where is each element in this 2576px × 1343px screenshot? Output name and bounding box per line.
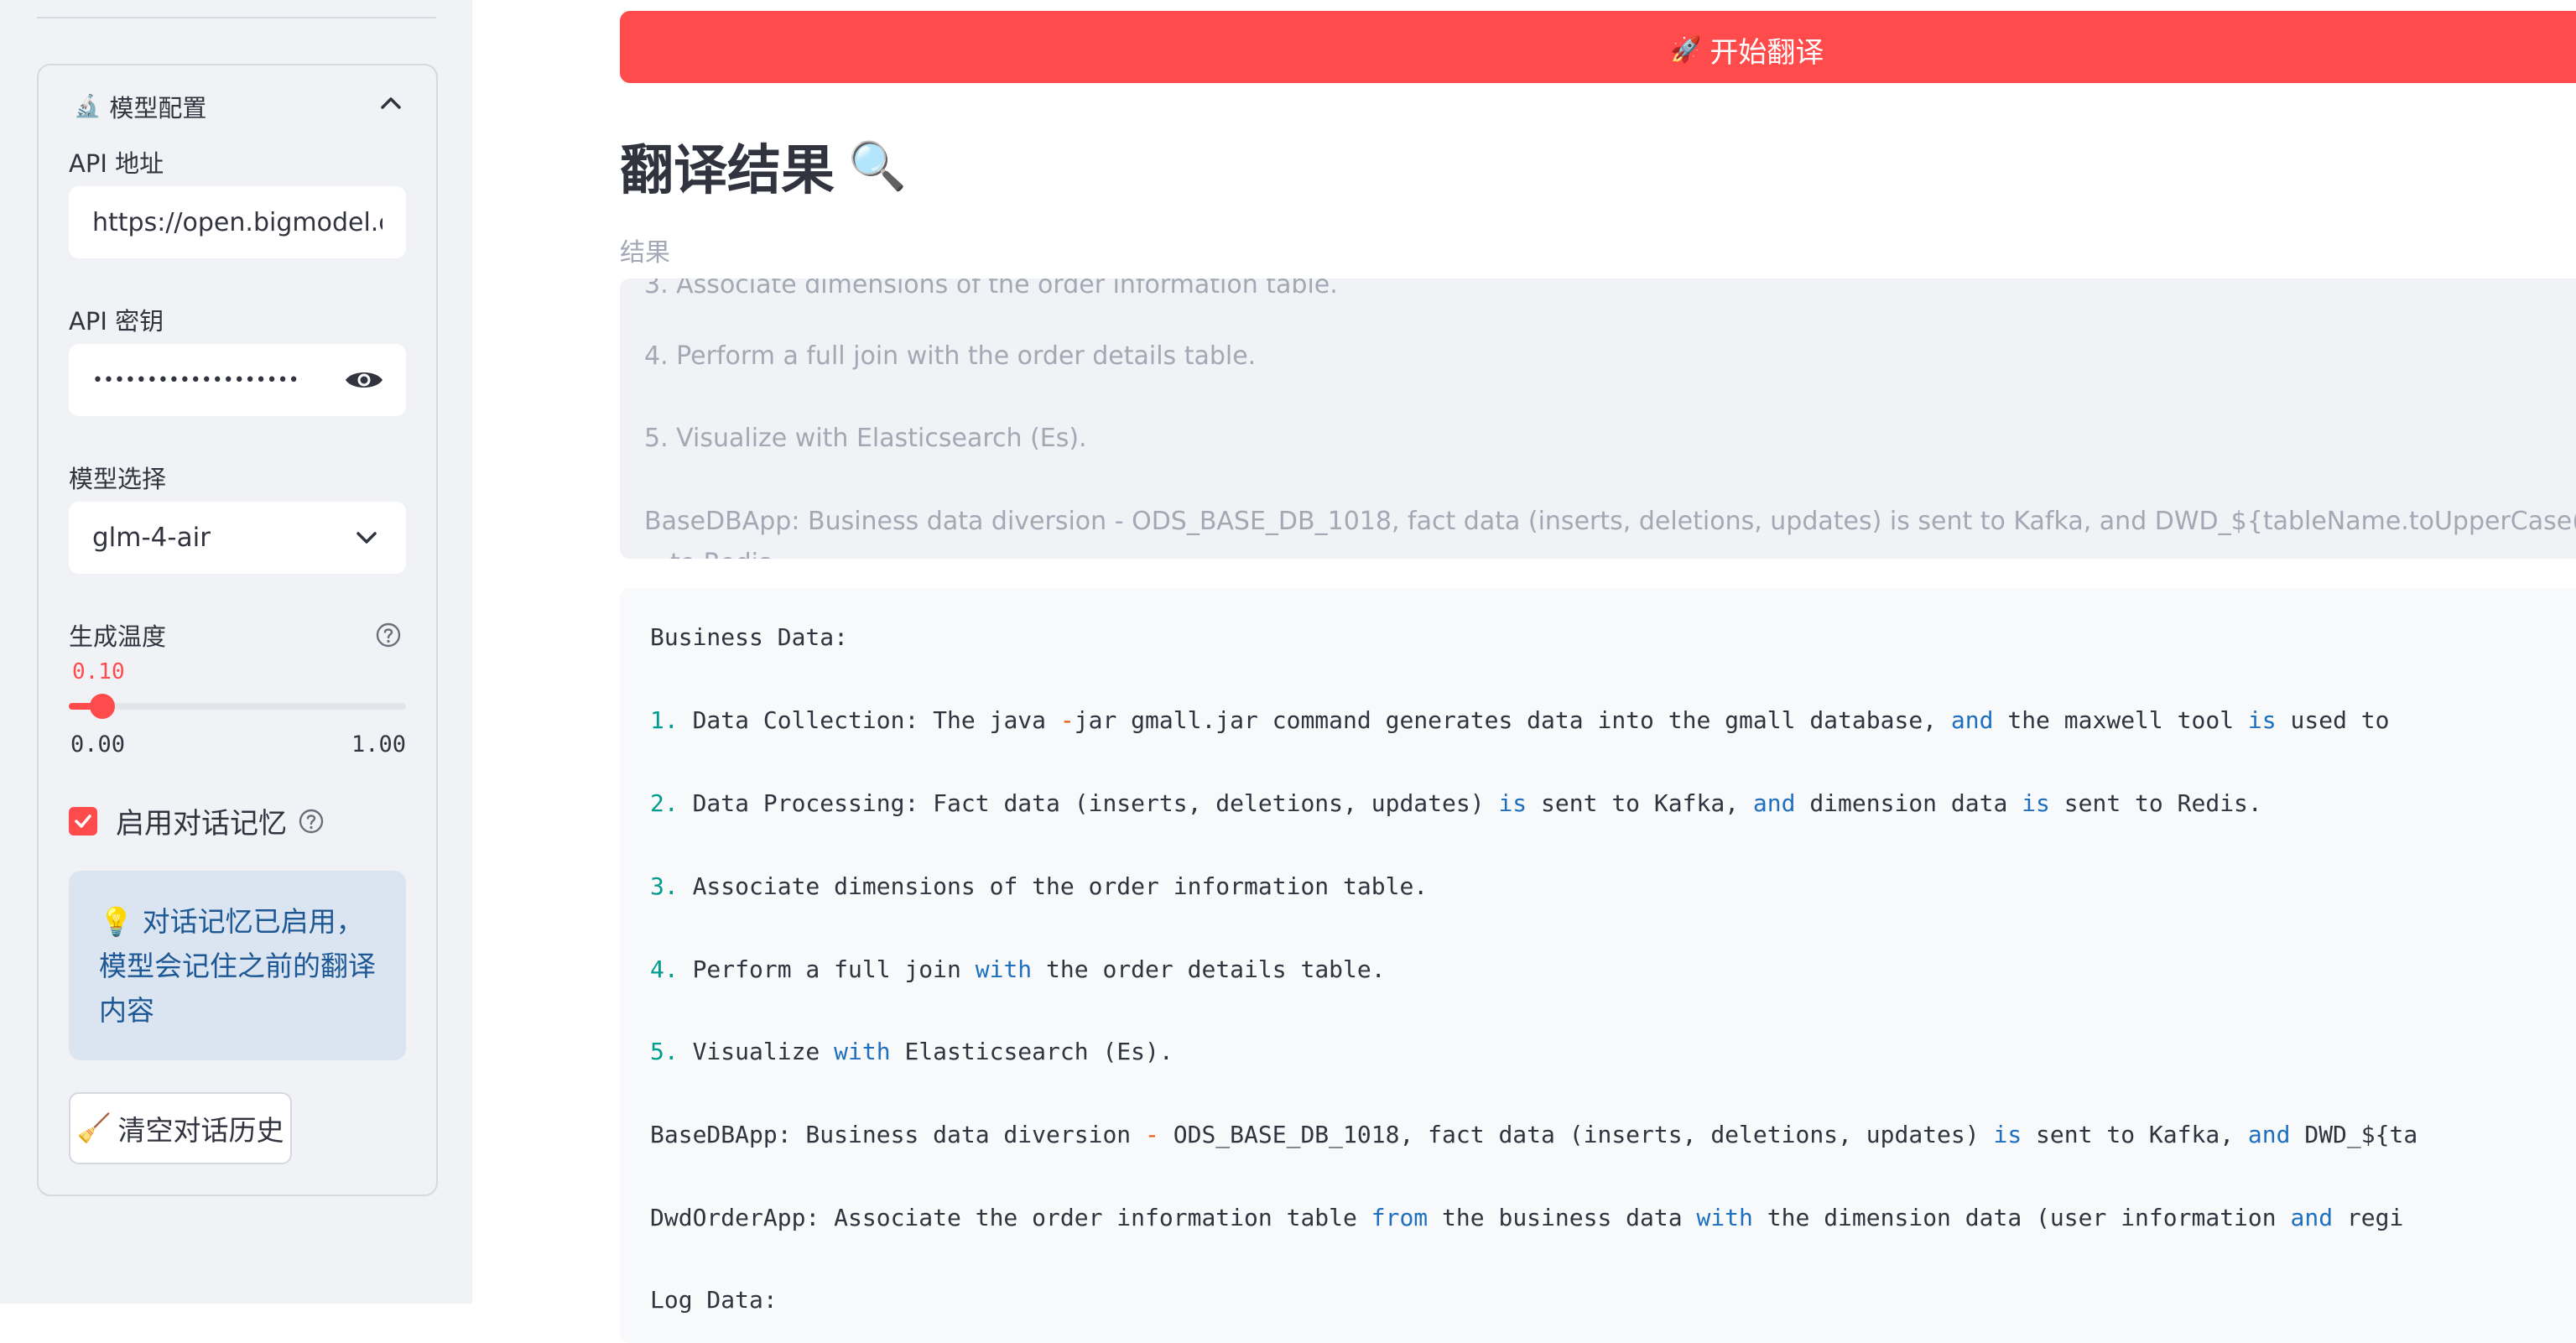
api-url-label: API 地址 bbox=[69, 149, 164, 178]
model-select-value: glm-4-air bbox=[92, 523, 211, 553]
code-line: 4. Perform a full join with the order de… bbox=[650, 955, 1386, 983]
help-icon[interactable] bbox=[299, 809, 324, 834]
model-config-expander: 🔬 模型配置 API 地址 API 密钥 •••••••••••••••••••… bbox=[37, 64, 438, 1196]
result-textarea[interactable]: 3. Associate dimensions of the order inf… bbox=[620, 278, 2576, 559]
temperature-label: 生成温度 bbox=[69, 622, 167, 651]
magnifier-icon: 🔍 bbox=[848, 139, 907, 194]
sidebar-divider bbox=[37, 17, 436, 18]
result-line: 5. Visualize with Elasticsearch (Es). bbox=[644, 424, 1087, 453]
lightbulb-icon: 💡 bbox=[99, 905, 134, 938]
api-url-field[interactable] bbox=[69, 186, 406, 258]
model-select[interactable]: glm-4-air bbox=[69, 502, 406, 574]
broom-icon: 🧹 bbox=[76, 1111, 112, 1144]
temperature-value: 0.10 bbox=[72, 659, 125, 685]
expander-title: 模型配置 bbox=[109, 94, 207, 122]
slider-min: 0.00 bbox=[70, 731, 126, 757]
page-title: 翻译结果 🔍 bbox=[620, 128, 907, 205]
info-text: 对话记忆已启用，模型会记住之前的翻译内容 bbox=[99, 905, 376, 1027]
page-title-text: 翻译结果 bbox=[620, 140, 835, 202]
result-label: 结果 bbox=[620, 238, 670, 268]
code-line: 1. Data Collection: The java -jar gmall.… bbox=[650, 706, 2404, 734]
result-line: 4. Perform a full join with the order de… bbox=[644, 341, 1257, 371]
expander-header[interactable]: 🔬 模型配置 bbox=[74, 89, 206, 124]
code-block: Business Data: 1. Data Collection: The j… bbox=[620, 588, 2576, 1343]
code-line: 2. Data Processing: Fact data (inserts, … bbox=[650, 789, 2262, 817]
code-line: Log Data: bbox=[650, 1286, 778, 1314]
slider-thumb[interactable] bbox=[90, 694, 116, 719]
memory-info-alert: 💡 对话记忆已启用，模型会记住之前的翻译内容 bbox=[69, 871, 406, 1060]
code-line: BaseDBApp: Business data diversion - ODS… bbox=[650, 1121, 2418, 1148]
sidebar: 🔬 模型配置 API 地址 API 密钥 •••••••••••••••••••… bbox=[0, 0, 472, 1304]
result-line: to Redis. bbox=[670, 549, 779, 559]
rocket-icon: 🚀 bbox=[1670, 35, 1702, 65]
code-line: 5. Visualize with Elasticsearch (Es). bbox=[650, 1038, 1174, 1065]
memory-toggle[interactable]: 启用对话记忆 bbox=[69, 800, 324, 841]
eye-icon[interactable] bbox=[344, 367, 384, 393]
api-key-field[interactable]: ••••••••••••••••••••••••• bbox=[69, 344, 406, 416]
code-line: DwdOrderApp: Associate the order informa… bbox=[650, 1204, 2404, 1231]
result-line: 3. Associate dimensions of the order inf… bbox=[644, 278, 1338, 299]
start-translate-button[interactable]: 🚀 开始翻译 bbox=[620, 11, 2576, 83]
start-translate-label: 开始翻译 bbox=[1710, 36, 1824, 70]
model-select-label: 模型选择 bbox=[69, 465, 167, 493]
code-line: 3. Associate dimensions of the order inf… bbox=[650, 872, 1429, 900]
help-icon[interactable] bbox=[376, 622, 401, 648]
code-line: Business Data: bbox=[650, 623, 849, 651]
slider-max: 1.00 bbox=[351, 731, 406, 757]
check-icon bbox=[75, 814, 91, 828]
api-url-input[interactable] bbox=[92, 207, 382, 237]
clear-history-button[interactable]: 🧹 清空对话历史 bbox=[69, 1092, 292, 1164]
chevron-up-icon[interactable] bbox=[379, 94, 403, 111]
temperature-slider[interactable] bbox=[69, 694, 406, 719]
api-key-input[interactable]: ••••••••••••••••••••••••• bbox=[92, 370, 302, 391]
chevron-down-icon bbox=[356, 532, 377, 544]
microscope-icon: 🔬 bbox=[74, 94, 101, 119]
result-line: BaseDBApp: Business data diversion - ODS… bbox=[644, 507, 2576, 536]
memory-checkbox[interactable] bbox=[69, 806, 97, 835]
clear-history-label: 清空对话历史 bbox=[117, 1114, 284, 1147]
api-key-label: API 密钥 bbox=[69, 307, 164, 336]
memory-label: 启用对话记忆 bbox=[116, 807, 287, 841]
